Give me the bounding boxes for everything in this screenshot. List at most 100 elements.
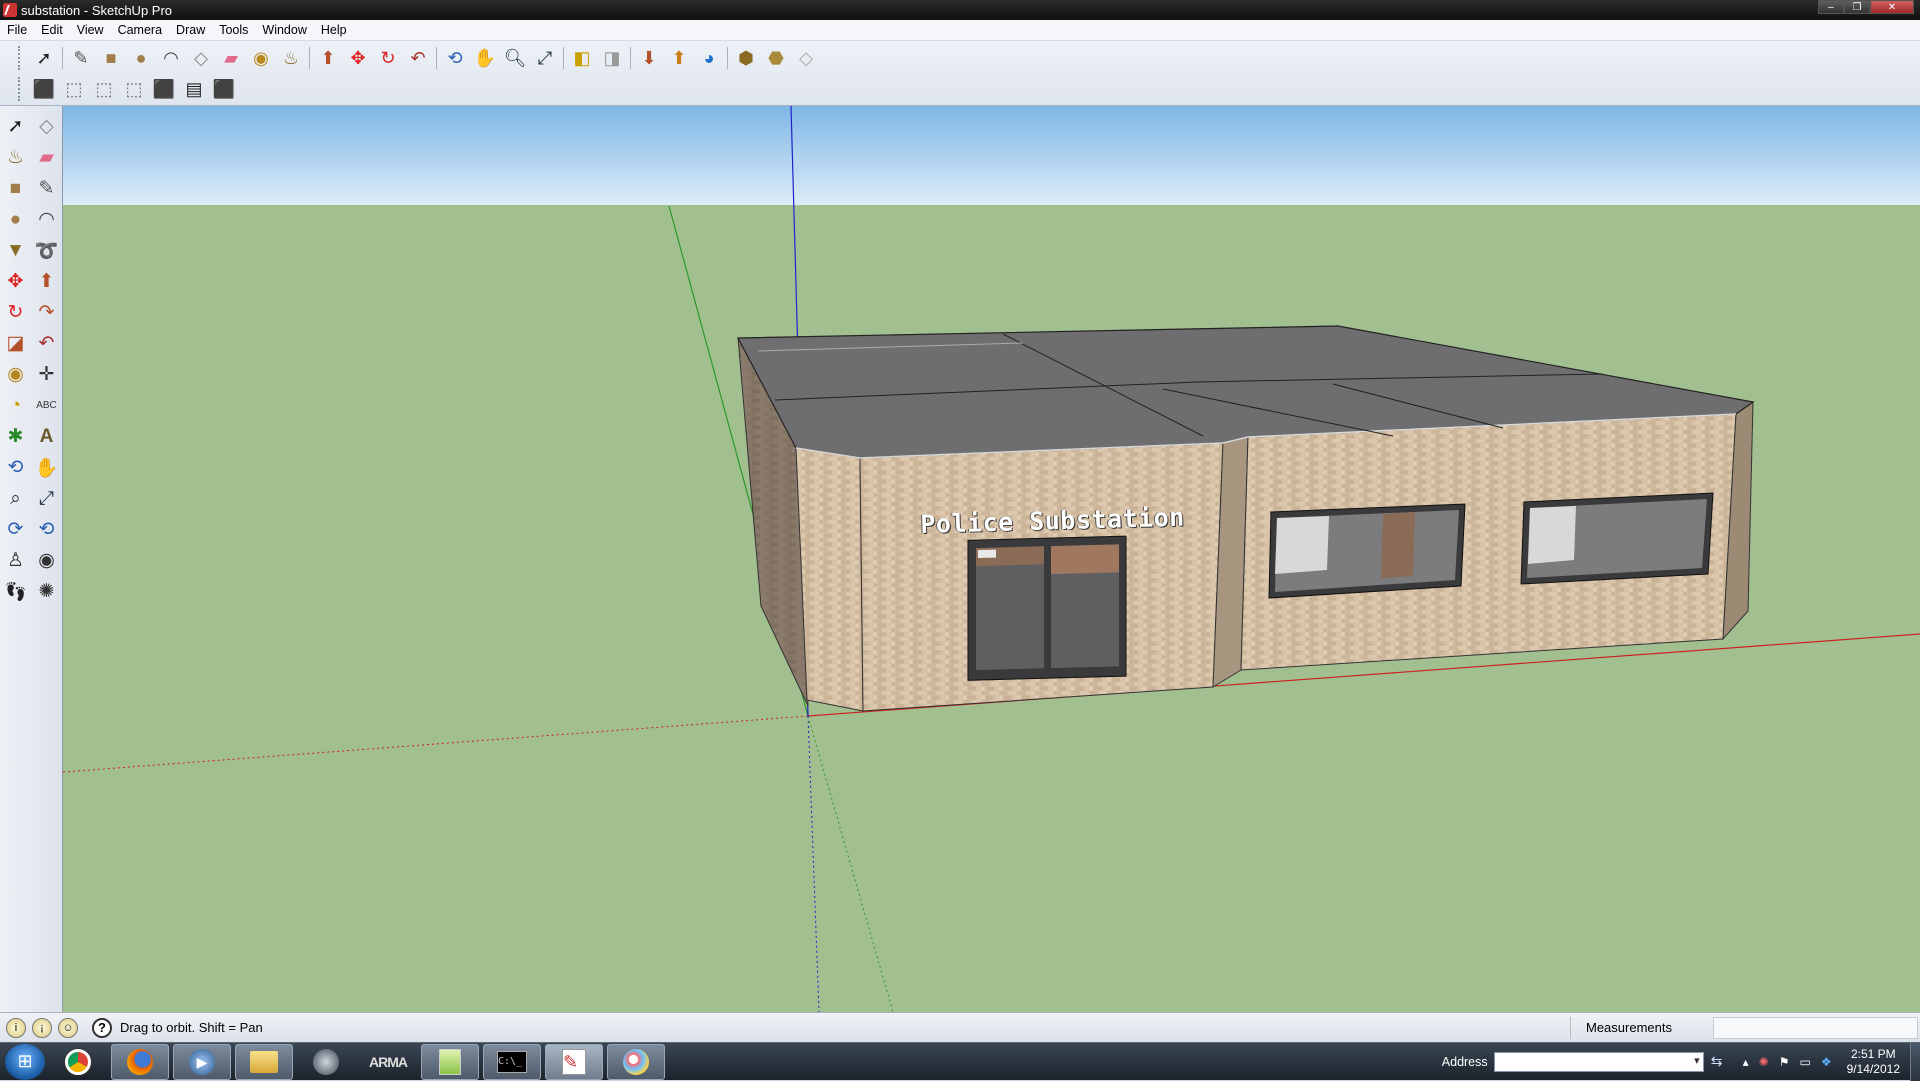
position-camera-icon[interactable]: ♙: [0, 545, 31, 576]
line-icon[interactable]: ✎: [31, 173, 62, 204]
google-earth-icon[interactable]: ◕: [694, 44, 724, 72]
file-explorer-icon[interactable]: [235, 1043, 293, 1080]
sketchup-icon[interactable]: ✎: [545, 1043, 603, 1080]
zoom-window-icon[interactable]: ⤢: [31, 483, 62, 514]
3d-warehouse-icon[interactable]: ⬢: [731, 44, 761, 72]
scale-icon[interactable]: ◪: [0, 328, 31, 359]
arc-icon[interactable]: ◠: [31, 204, 62, 235]
address-input[interactable]: [1493, 1051, 1704, 1072]
menu-draw[interactable]: Draw: [169, 20, 212, 41]
get-models-icon[interactable]: ⬇: [634, 44, 664, 72]
orbit-icon[interactable]: ⟲: [0, 452, 31, 483]
geo-location-icon[interactable]: i: [6, 1017, 26, 1038]
top-view-icon[interactable]: ⬚: [59, 75, 89, 103]
walk-icon[interactable]: 👣︎: [0, 576, 31, 607]
move-icon[interactable]: ✥: [343, 44, 373, 72]
menu-edit[interactable]: Edit: [34, 20, 70, 41]
maximize-button[interactable]: ❐: [1844, 0, 1870, 14]
zoom-icon[interactable]: 🔍︎: [500, 44, 530, 72]
back-view-icon[interactable]: ⬛: [149, 75, 179, 103]
sketchup-app-icon[interactable]: [3, 3, 17, 17]
dimension-icon[interactable]: ✛: [31, 359, 62, 390]
action-center-flag-icon[interactable]: ⚑: [1779, 1055, 1790, 1069]
instructor-help-icon[interactable]: ?: [92, 1017, 112, 1038]
pan-icon[interactable]: ✋: [470, 44, 500, 72]
paint-bucket-icon[interactable]: ♨: [0, 142, 31, 173]
move-icon[interactable]: ✥: [0, 266, 31, 297]
arc-icon[interactable]: ◠: [156, 44, 186, 72]
front-view-icon[interactable]: ⬚: [89, 75, 119, 103]
user-icon[interactable]: ☺: [58, 1017, 78, 1038]
arma-icon[interactable]: ARMA: [359, 1044, 417, 1080]
steam-icon[interactable]: [297, 1044, 355, 1080]
push-pull-icon[interactable]: ⬆: [313, 44, 343, 72]
menu-tools[interactable]: Tools: [212, 20, 255, 41]
measurements-input[interactable]: [1713, 1016, 1918, 1039]
rectangle-icon[interactable]: ■: [0, 173, 31, 204]
offset-icon[interactable]: ↶: [403, 44, 433, 72]
iso-view-icon[interactable]: ⬛: [29, 75, 59, 103]
close-button[interactable]: ✕: [1870, 0, 1914, 14]
address-go-icon[interactable]: ⇆: [1706, 1052, 1728, 1072]
model-viewport[interactable]: Police Substation: [63, 106, 1920, 1012]
3d-text-icon[interactable]: A: [31, 421, 62, 452]
menu-camera[interactable]: Camera: [111, 20, 169, 41]
zoom-icon[interactable]: ⌕: [0, 483, 31, 514]
media-player-icon[interactable]: ▶: [173, 1043, 231, 1080]
offset-icon[interactable]: ↶: [31, 328, 62, 359]
select-icon[interactable]: ➚: [0, 111, 31, 142]
axes-icon[interactable]: ✱: [0, 421, 31, 452]
xray-icon[interactable]: ⬛: [209, 75, 239, 103]
circle-icon[interactable]: ●: [0, 204, 31, 235]
push-pull-icon[interactable]: ⬆: [31, 266, 62, 297]
model-canvas[interactable]: [63, 106, 1920, 1012]
minimize-button[interactable]: –: [1818, 0, 1844, 14]
share-model-icon[interactable]: ⬆: [664, 44, 694, 72]
tape-measure-icon[interactable]: ◉: [246, 44, 276, 72]
toolbar-grip[interactable]: [18, 46, 23, 70]
network-icon[interactable]: ▭: [1800, 1055, 1811, 1069]
paint-bucket-icon[interactable]: ♨: [276, 44, 306, 72]
make-component-icon[interactable]: ◇: [186, 44, 216, 72]
show-desktop-button[interactable]: [1910, 1042, 1920, 1081]
tray-app-icon[interactable]: ✺: [1759, 1055, 1769, 1069]
firefox-icon[interactable]: [111, 1043, 169, 1080]
notepad-icon[interactable]: [421, 1043, 479, 1080]
start-button[interactable]: ⊞: [5, 1043, 45, 1080]
entry-block-side[interactable]: [795, 447, 864, 712]
orbit-icon[interactable]: ⟲: [440, 44, 470, 72]
line-icon[interactable]: ✎: [66, 44, 96, 72]
freehand-icon[interactable]: ➰: [31, 235, 62, 266]
make-component-icon[interactable]: ◇: [31, 111, 62, 142]
menu-file[interactable]: File: [0, 20, 34, 41]
credits-icon[interactable]: ¡: [32, 1017, 52, 1038]
toolbar-grip[interactable]: [18, 77, 23, 101]
rotate-icon[interactable]: ↻: [373, 44, 403, 72]
system-clock[interactable]: 2:51 PM 9/14/2012: [1847, 1047, 1900, 1077]
text-icon[interactable]: ABC: [31, 390, 62, 421]
tape-measure-icon[interactable]: ◉: [0, 359, 31, 390]
polygon-icon[interactable]: ▼: [0, 235, 31, 266]
circle-icon[interactable]: ●: [126, 44, 156, 72]
select-icon[interactable]: ➚: [29, 44, 59, 72]
pan-icon[interactable]: ✋: [31, 452, 62, 483]
protractor-icon[interactable]: ◔: [0, 390, 31, 421]
extension-icon[interactable]: ⬣: [761, 44, 791, 72]
look-around-icon[interactable]: ◉: [31, 545, 62, 576]
paint-icon[interactable]: [607, 1043, 665, 1080]
zoom-extents-icon[interactable]: ⤢: [530, 44, 560, 72]
follow-me-icon[interactable]: ↷: [31, 297, 62, 328]
next-view-icon[interactable]: ◨: [597, 44, 627, 72]
show-hidden-icons-icon[interactable]: ▴: [1743, 1055, 1749, 1069]
chrome-icon[interactable]: [49, 1044, 107, 1080]
left-view-icon[interactable]: ▤: [179, 75, 209, 103]
dropbox-icon[interactable]: ❖: [1821, 1055, 1832, 1069]
eraser-icon[interactable]: ▰: [31, 142, 62, 173]
right-view-icon[interactable]: ⬚: [119, 75, 149, 103]
zoom-extents-icon[interactable]: ⟳: [0, 514, 31, 545]
section-plane-icon[interactable]: ✺: [31, 576, 62, 607]
menu-help[interactable]: Help: [314, 20, 354, 41]
previous-view-icon[interactable]: ⟲: [31, 514, 62, 545]
previous-view-icon[interactable]: ◧: [567, 44, 597, 72]
preferences-icon[interactable]: ◇: [791, 44, 821, 72]
